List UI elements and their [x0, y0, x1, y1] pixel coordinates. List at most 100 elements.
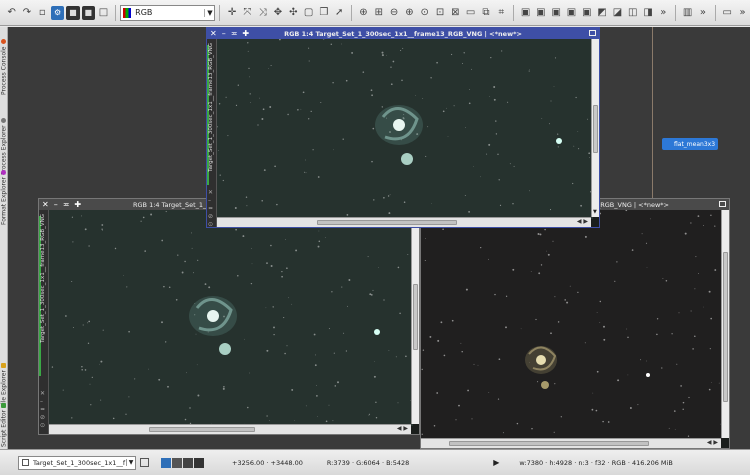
monitor-icon[interactable]: ▭ [721, 6, 734, 20]
minimize-icon[interactable]: – [54, 200, 58, 209]
process-icon[interactable]: ⚙ [50, 5, 65, 20]
process-icon-flat-mean[interactable]: flat_mean3x3 [662, 138, 718, 150]
fit-view-icon[interactable]: ⊠ [449, 6, 462, 20]
minimize-icon[interactable]: – [208, 197, 211, 204]
channel-r-icon[interactable]: ▣ [519, 6, 532, 20]
horizontal-scrollbar[interactable]: ◀ ▶ [421, 438, 721, 448]
zoom-window-icon[interactable]: ⊡ [433, 6, 446, 20]
more-layout-icon[interactable]: » [696, 6, 709, 20]
image-window-top[interactable]: ✕ – ≖ ✚ RGB 1:4 Target_Set_1_300sec_1x1_… [206, 27, 600, 228]
zoom-in-icon[interactable]: ⊕ [403, 6, 416, 20]
vertical-title-bar[interactable]: Target_Set_1_300sec_1x1__frame13_RGB_VNG… [39, 210, 49, 434]
channel-b-icon[interactable]: ▣ [550, 6, 563, 20]
pin-icon[interactable]: ⊙ [40, 422, 45, 429]
maximize-icon[interactable] [589, 30, 596, 36]
channel-select[interactable]: RGB ▼ [120, 4, 216, 21]
horizontal-scrollbar[interactable]: ◀ ▶ [217, 217, 591, 227]
new-window-icon[interactable]: □ [97, 6, 110, 20]
pointer-icon[interactable]: ➚ [333, 6, 346, 20]
shrink-icon[interactable]: ⤨ [256, 6, 269, 20]
channel-l-icon[interactable]: ▣ [565, 6, 578, 20]
color-swatch-blue[interactable] [161, 457, 171, 468]
chevron-down-icon[interactable]: ▼ [126, 459, 135, 466]
view-selector[interactable]: Target_Set_1_300sec_1x1__f ▼ [18, 455, 136, 470]
astro-image[interactable] [421, 210, 723, 440]
astro-image[interactable] [49, 210, 413, 426]
lock-icon[interactable]: ⊘ [40, 414, 45, 421]
close-icon[interactable]: ✕ [40, 390, 45, 397]
window-fit-icon[interactable]: ⧉ [479, 6, 492, 20]
more-display-icon[interactable]: » [736, 6, 749, 20]
color-swatch-darker[interactable] [194, 457, 204, 468]
copy-icon[interactable]: ❐ [317, 6, 330, 20]
stf-reset-icon[interactable]: ◨ [641, 6, 654, 20]
stf-auto-icon[interactable]: ◫ [626, 6, 639, 20]
close-icon[interactable]: ✕ [210, 29, 217, 38]
horizontal-scrollbar[interactable]: ◀ ▶ [49, 424, 411, 434]
format-icon [1, 169, 7, 175]
play-icon[interactable]: ▶ [493, 458, 499, 467]
image-window-left[interactable]: ✕ – ≖ ✚ RGB 1:4 Target_Set_1_3 Target_Se… [38, 198, 420, 435]
pin-icon[interactable]: ⊙ [208, 221, 213, 227]
shade-icon[interactable]: ≖ [63, 200, 70, 209]
rect-select-icon[interactable]: ▢ [302, 6, 315, 20]
stf-icon[interactable]: ◩ [595, 6, 608, 20]
star [602, 420, 604, 423]
pan-icon[interactable]: ✥ [271, 6, 284, 20]
tab-script-editor[interactable]: Script Editor [0, 397, 8, 447]
scroll-thumb[interactable] [723, 252, 728, 402]
view-options-icon[interactable] [140, 458, 149, 467]
color-swatch-gray[interactable] [172, 457, 182, 468]
scroll-thumb[interactable] [449, 441, 649, 446]
stf-link-icon[interactable]: ◪ [611, 6, 624, 20]
minimize-icon[interactable]: – [222, 29, 226, 38]
scroll-thumb[interactable] [149, 427, 255, 432]
channel-rgb-icon[interactable]: ▣ [580, 6, 593, 20]
zoom-out-icon[interactable]: ⊖ [387, 6, 400, 20]
crosshair-icon[interactable]: ✛ [225, 6, 238, 20]
preview-icon[interactable]: ▫ [36, 6, 49, 20]
undo-icon[interactable]: ↶ [5, 6, 18, 20]
add-icon[interactable]: ✚ [74, 200, 81, 209]
astro-image[interactable] [217, 39, 593, 219]
chevron-down-icon[interactable]: ▼ [204, 8, 214, 17]
scroll-arrows-icon[interactable]: ◀ ▶ [707, 439, 718, 446]
image-window-right[interactable]: _RGB_VNG | <*new*> ◀ ▶ [420, 198, 730, 449]
window-titlebar[interactable]: ✕ – ≖ ✚ RGB 1:4 Target_Set_1_300sec_1x1_… [207, 28, 599, 39]
more-icon[interactable]: » [657, 6, 670, 20]
shade-icon[interactable]: ≖ [40, 406, 45, 413]
scroll-arrows-icon[interactable]: ◀ ▶ [577, 218, 588, 225]
redo-icon[interactable]: ↷ [20, 6, 33, 20]
minimize-icon[interactable]: – [40, 398, 43, 405]
zoom-1to1-icon[interactable]: ⊙ [418, 6, 431, 20]
scroll-thumb[interactable] [317, 220, 457, 225]
channel-g-icon[interactable]: ▣ [534, 6, 547, 20]
vertical-title-bar[interactable]: Target_Set_1_300sec_1x1__frame13_RGB_VNG… [207, 39, 217, 227]
zoom-fit-icon[interactable]: ⊞ [372, 6, 385, 20]
scroll-arrows-icon[interactable]: ◀ ▶ [397, 425, 408, 432]
close-icon[interactable]: ✕ [208, 189, 213, 196]
add-icon[interactable]: ✚ [242, 29, 249, 38]
frame-icon[interactable]: ▭ [464, 6, 477, 20]
lock-icon[interactable]: ⊘ [208, 213, 213, 220]
shade-icon[interactable]: ≖ [208, 205, 213, 212]
shade-icon[interactable]: ≖ [231, 29, 238, 38]
vertical-scrollbar[interactable] [721, 210, 729, 438]
move-icon[interactable]: ✣ [287, 6, 300, 20]
close-icon[interactable]: ✕ [42, 200, 49, 209]
masks-icon[interactable]: ■ [66, 5, 80, 20]
zoom-icon[interactable]: ⊕ [357, 6, 370, 20]
scroll-thumb[interactable] [593, 105, 598, 153]
tab-process-console[interactable]: Process Console [0, 29, 8, 95]
window-shrink-icon[interactable]: ⌗ [495, 6, 508, 20]
maximize-icon[interactable] [719, 201, 726, 207]
vertical-scrollbar[interactable]: ▼ [591, 39, 599, 217]
tab-format-explorer[interactable]: Format Explorer [0, 159, 8, 225]
layout-icon[interactable]: ▥ [681, 6, 694, 20]
mask-toggle-icon[interactable]: ■ [81, 5, 95, 20]
fit-icon[interactable]: ⤧ [241, 6, 254, 20]
vertical-scrollbar[interactable] [411, 210, 419, 424]
color-swatch-dark[interactable] [183, 457, 193, 468]
scroll-thumb[interactable] [413, 284, 418, 350]
scroll-down-icon[interactable]: ▼ [593, 209, 597, 215]
